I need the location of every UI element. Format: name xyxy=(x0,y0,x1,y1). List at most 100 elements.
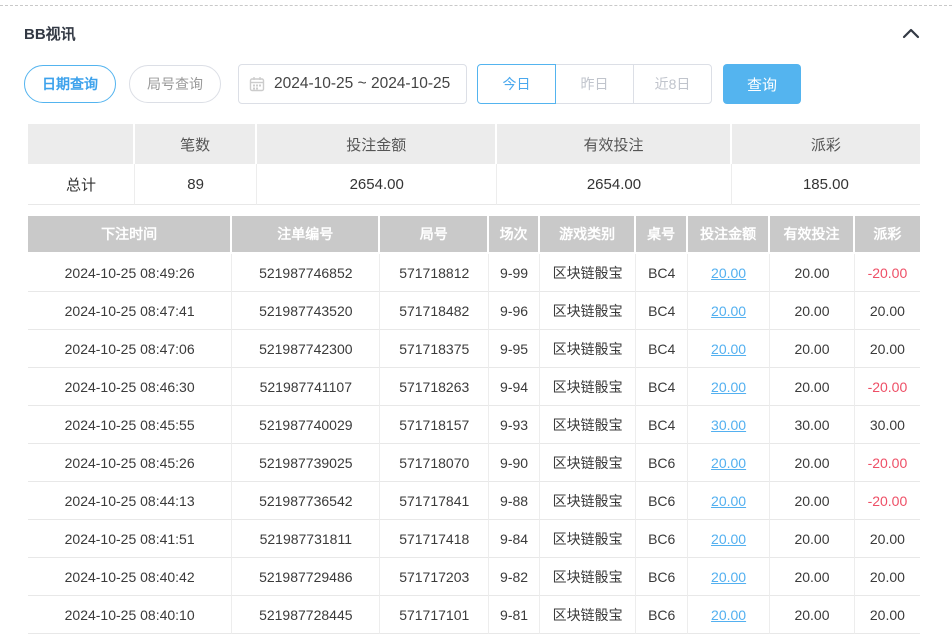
table-cell: 2024-10-25 08:49:26 xyxy=(28,254,232,292)
summary-total-valid-bet: 2654.00 xyxy=(497,164,732,205)
table-cell: BC4 xyxy=(636,254,688,292)
bet-amount-link[interactable]: 20.00 xyxy=(711,379,746,395)
search-button[interactable]: 查询 xyxy=(723,64,801,104)
bet-amount-link[interactable]: 20.00 xyxy=(711,265,746,281)
chevron-up-icon xyxy=(902,28,920,39)
table-cell: 571717101 xyxy=(380,596,489,634)
header-table-no: 桌号 xyxy=(636,216,688,254)
table-cell: 2024-10-25 08:47:41 xyxy=(28,292,232,330)
quick-today-button[interactable]: 今日 xyxy=(477,64,556,104)
table-cell: 区块链骰宝 xyxy=(540,444,636,482)
collapse-button[interactable] xyxy=(902,28,920,39)
table-cell: BC6 xyxy=(636,558,688,596)
table-cell: 571717841 xyxy=(380,482,489,520)
table-cell: -20.00 xyxy=(855,444,920,482)
round-query-tab[interactable]: 局号查询 xyxy=(129,65,221,103)
bet-records-table: 下注时间 注单编号 局号 场次 游戏类别 桌号 投注金额 有效投注 派彩 202… xyxy=(28,216,920,634)
table-row: 2024-10-25 08:47:41521987743520571718482… xyxy=(28,292,920,330)
header-bet-id: 注单编号 xyxy=(232,216,380,254)
table-cell: 30.00 xyxy=(770,406,855,444)
bet-amount-link[interactable]: 20.00 xyxy=(711,607,746,623)
table-cell: 571718070 xyxy=(380,444,489,482)
table-cell: 20.00 xyxy=(770,482,855,520)
table-cell: 20.00 xyxy=(855,596,920,634)
table-cell: 9-93 xyxy=(489,406,540,444)
table-cell: 区块链骰宝 xyxy=(540,596,636,634)
table-cell: 2024-10-25 08:44:13 xyxy=(28,482,232,520)
table-cell: 20.00 xyxy=(688,596,770,634)
summary-total-payout: 185.00 xyxy=(732,164,920,205)
table-cell: 20.00 xyxy=(855,558,920,596)
table-cell: 30.00 xyxy=(855,406,920,444)
summary-total-label: 总计 xyxy=(28,164,135,205)
bet-table-body: 2024-10-25 08:49:26521987746852571718812… xyxy=(28,254,920,634)
table-cell: 区块链骰宝 xyxy=(540,520,636,558)
table-cell: BC6 xyxy=(636,482,688,520)
table-cell: 9-82 xyxy=(489,558,540,596)
table-cell: BC6 xyxy=(636,596,688,634)
section-header: BB视讯 xyxy=(24,23,920,44)
table-cell: 20.00 xyxy=(688,254,770,292)
summary-header-row: 笔数 投注金额 有效投注 派彩 xyxy=(28,124,920,164)
summary-total-row: 总计 89 2654.00 2654.00 185.00 xyxy=(28,164,920,205)
table-cell: 9-99 xyxy=(489,254,540,292)
table-cell: 571718263 xyxy=(380,368,489,406)
page-title: BB视讯 xyxy=(24,23,76,44)
table-cell: -20.00 xyxy=(855,368,920,406)
bet-amount-link[interactable]: 20.00 xyxy=(711,303,746,319)
table-cell: 区块链骰宝 xyxy=(540,482,636,520)
date-range-input[interactable]: 2024-10-25 ~ 2024-10-25 xyxy=(238,64,467,104)
table-cell: 区块链骰宝 xyxy=(540,558,636,596)
table-cell: 20.00 xyxy=(770,254,855,292)
bet-amount-link[interactable]: 20.00 xyxy=(711,455,746,471)
table-cell: 521987740029 xyxy=(232,406,380,444)
table-cell: 2024-10-25 08:47:06 xyxy=(28,330,232,368)
header-valid-bet: 有效投注 xyxy=(770,216,855,254)
bet-amount-link[interactable]: 20.00 xyxy=(711,493,746,509)
table-cell: 20.00 xyxy=(770,558,855,596)
table-cell: 571717203 xyxy=(380,558,489,596)
table-cell: BC6 xyxy=(636,444,688,482)
table-cell: 521987742300 xyxy=(232,330,380,368)
table-cell: 30.00 xyxy=(688,406,770,444)
header-bet-time: 下注时间 xyxy=(28,216,232,254)
bet-amount-link[interactable]: 20.00 xyxy=(711,531,746,547)
table-cell: 20.00 xyxy=(688,292,770,330)
table-cell: 9-96 xyxy=(489,292,540,330)
table-cell: 9-81 xyxy=(489,596,540,634)
calendar-icon xyxy=(249,76,265,92)
table-cell: 20.00 xyxy=(688,330,770,368)
quick-yesterday-button[interactable]: 昨日 xyxy=(555,64,634,104)
quick-last8-button[interactable]: 近8日 xyxy=(633,64,712,104)
table-row: 2024-10-25 08:44:13521987736542571717841… xyxy=(28,482,920,520)
table-cell: 521987743520 xyxy=(232,292,380,330)
table-cell: 20.00 xyxy=(688,558,770,596)
table-cell: 2024-10-25 08:45:26 xyxy=(28,444,232,482)
table-cell: BC4 xyxy=(636,292,688,330)
table-cell: 9-94 xyxy=(489,368,540,406)
table-cell: 20.00 xyxy=(770,330,855,368)
table-cell: 20.00 xyxy=(770,520,855,558)
table-cell: 2024-10-25 08:41:51 xyxy=(28,520,232,558)
table-cell: 2024-10-25 08:40:42 xyxy=(28,558,232,596)
bet-amount-link[interactable]: 30.00 xyxy=(711,417,746,433)
header-bet-amount: 投注金额 xyxy=(688,216,770,254)
summary-total-count: 89 xyxy=(135,164,257,205)
table-cell: 20.00 xyxy=(770,368,855,406)
table-cell: 区块链骰宝 xyxy=(540,330,636,368)
bet-amount-link[interactable]: 20.00 xyxy=(711,341,746,357)
table-cell: 20.00 xyxy=(688,520,770,558)
summary-table: 笔数 投注金额 有效投注 派彩 总计 89 2654.00 2654.00 18… xyxy=(28,124,920,205)
table-cell: 2024-10-25 08:46:30 xyxy=(28,368,232,406)
table-cell: BC4 xyxy=(636,406,688,444)
table-row: 2024-10-25 08:40:10521987728445571717101… xyxy=(28,596,920,634)
table-cell: 521987741107 xyxy=(232,368,380,406)
date-query-tab[interactable]: 日期查询 xyxy=(24,65,116,103)
table-cell: BC4 xyxy=(636,330,688,368)
table-cell: BC6 xyxy=(636,520,688,558)
summary-header-count: 笔数 xyxy=(135,124,257,164)
table-cell: 2024-10-25 08:40:10 xyxy=(28,596,232,634)
bet-amount-link[interactable]: 20.00 xyxy=(711,569,746,585)
table-cell: 20.00 xyxy=(688,444,770,482)
quick-range-group: 今日 昨日 近8日 xyxy=(477,64,712,104)
